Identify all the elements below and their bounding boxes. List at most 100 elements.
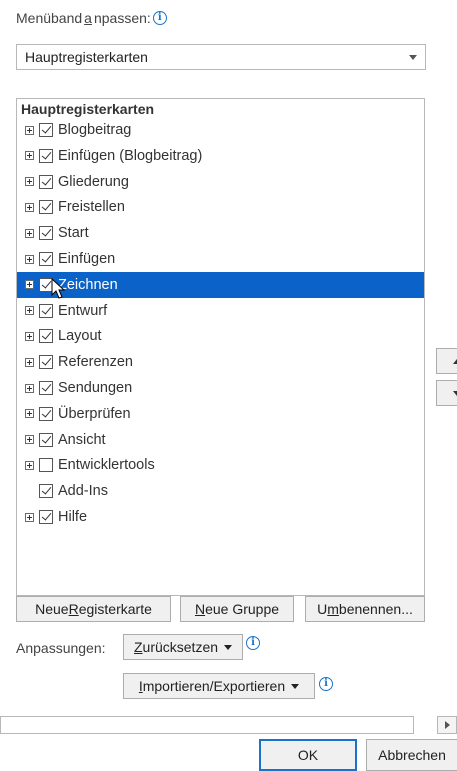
tab-checkbox[interactable]: [39, 381, 53, 395]
mouse-cursor-icon: [51, 277, 66, 299]
ribbon-label-prefix: Menüband: [16, 10, 83, 26]
tree-item-label: Überprüfen: [58, 405, 131, 422]
tab-checkbox[interactable]: [39, 406, 53, 421]
new-tab-accel: R: [68, 601, 79, 617]
expand-icon[interactable]: [25, 280, 34, 290]
tree-item[interactable]: Blogbeitrag: [17, 117, 424, 143]
tree-item[interactable]: Add-Ins: [17, 478, 424, 504]
tree-item-label: Add-Ins: [58, 483, 108, 500]
tree-item[interactable]: Einfügen (Blogbeitrag): [17, 143, 424, 169]
rename-accel: m: [327, 601, 339, 617]
new-tab-suffix: egisterkarte: [78, 601, 152, 617]
tree-item[interactable]: Entwurf: [17, 298, 424, 324]
ribbon-tabs-dropdown[interactable]: Hauptregisterkarten: [16, 44, 426, 70]
expand-icon[interactable]: [25, 357, 34, 367]
tree-header: Hauptregisterkarten: [21, 101, 155, 117]
expand-icon[interactable]: [25, 512, 34, 522]
tree-item-label: Layout: [58, 328, 102, 345]
tab-checkbox[interactable]: [39, 510, 53, 524]
tree-item[interactable]: Freistellen: [17, 194, 424, 220]
rename-prefix: U: [317, 601, 328, 617]
scroll-right-button[interactable]: [437, 716, 457, 734]
expand-icon[interactable]: [25, 151, 34, 161]
tab-checkbox[interactable]: [39, 484, 53, 499]
new-tab-prefix: Neue: [35, 601, 69, 617]
move-up-button[interactable]: [436, 348, 457, 374]
tab-checkbox[interactable]: [39, 355, 53, 370]
expand-icon[interactable]: [25, 460, 34, 470]
tree-item-label: Einfügen: [58, 251, 116, 267]
tab-checkbox[interactable]: [39, 329, 53, 344]
expand-icon[interactable]: [25, 331, 34, 341]
expand-icon[interactable]: [25, 409, 34, 419]
arrow-right-icon: [445, 721, 450, 729]
tree-item[interactable]: Entwicklertools: [17, 452, 424, 478]
tree-item-label: Freistellen: [58, 199, 125, 216]
chevron-down-icon: [224, 644, 233, 650]
tree-item[interactable]: Ansicht: [17, 427, 424, 453]
expand-icon[interactable]: [25, 177, 34, 187]
expand-icon[interactable]: [25, 306, 34, 316]
tab-checkbox[interactable]: [39, 226, 53, 241]
tab-checkbox[interactable]: [39, 123, 53, 137]
customizations-label: Anpassungen:: [16, 640, 106, 656]
tree-item[interactable]: Layout: [17, 323, 424, 349]
tree-item-label: Gliederung: [58, 173, 129, 190]
tree-item-label: Entwicklertools: [58, 457, 155, 474]
new-group-suffix: eue Gruppe: [205, 601, 280, 617]
arrow-down-icon: [453, 391, 457, 396]
tab-checkbox[interactable]: [39, 148, 53, 163]
arrow-up-icon: [453, 359, 457, 364]
tree-item-label: Start: [58, 225, 89, 242]
expand-icon[interactable]: [25, 125, 34, 135]
tree-item[interactable]: Gliederung: [17, 169, 424, 195]
rename-suffix: benennen...: [338, 601, 413, 617]
new-group-button[interactable]: Neue Gruppe: [180, 596, 294, 622]
tree-item-label: Blogbeitrag: [58, 122, 132, 138]
tree-item-label: Hilfe: [58, 509, 88, 525]
expand-icon[interactable]: [25, 254, 34, 264]
ribbon-label-suffix: npassen:: [93, 10, 151, 26]
import-export-info-icon[interactable]: i: [319, 677, 333, 691]
expand-icon[interactable]: [25, 435, 34, 445]
rename-button[interactable]: Um benennen...: [305, 596, 425, 622]
chevron-down-icon: [409, 55, 417, 60]
tab-checkbox[interactable]: [39, 252, 53, 266]
tab-checkbox[interactable]: [39, 303, 53, 318]
cancel-button[interactable]: Abbrechen: [366, 739, 457, 771]
tree-item-label: Einfügen (Blogbeitrag): [58, 147, 203, 164]
tab-checkbox[interactable]: [39, 432, 53, 447]
ribbon-tabs-tree[interactable]: Hauptregisterkarten Blogbeitrag Einfügen …: [16, 98, 425, 596]
expand-icon[interactable]: [25, 202, 34, 212]
tab-checkbox[interactable]: [39, 174, 53, 189]
expand-icon[interactable]: [25, 383, 34, 393]
expand-icon[interactable]: [25, 228, 34, 238]
tree-item[interactable]: Start: [17, 220, 424, 246]
info-icon[interactable]: i: [152, 11, 167, 25]
tree-item-label: Entwurf: [58, 302, 108, 319]
tree-item[interactable]: Einfügen: [17, 246, 424, 272]
horizontal-scrollbar[interactable]: [0, 716, 414, 734]
reset-button[interactable]: Zurücksetzen: [123, 634, 243, 660]
tree-item[interactable]: Referenzen: [17, 349, 424, 375]
ribbon-label-accel: a: [84, 10, 92, 26]
reset-suffix: urücksetzen: [142, 639, 219, 655]
tree-item[interactable]: Hilfe: [17, 504, 424, 530]
new-tab-button[interactable]: Neue Registerkarte: [16, 596, 171, 622]
reset-info-icon[interactable]: i: [246, 636, 260, 650]
ok-button[interactable]: OK: [259, 739, 357, 771]
tree-item-label: Referenzen: [58, 354, 133, 371]
move-down-button[interactable]: [436, 380, 457, 406]
chevron-down-icon: [291, 683, 300, 689]
import-export-suffix: mportieren/Exportieren: [142, 678, 286, 694]
tab-checkbox[interactable]: [39, 200, 53, 215]
new-group-accel: N: [194, 601, 206, 617]
import-export-button[interactable]: Importieren/Exportieren: [123, 673, 315, 699]
tree-item[interactable]: Sendungen: [17, 375, 424, 401]
customize-ribbon-label: Menüband a npassen: i: [16, 10, 167, 26]
reset-accel: Z: [133, 639, 143, 655]
dropdown-value: Hauptregisterkarten: [25, 49, 148, 65]
tree-item[interactable]: Zeichnen: [17, 271, 424, 299]
tree-item[interactable]: Überprüfen: [17, 401, 424, 427]
tab-checkbox[interactable]: [39, 458, 53, 473]
